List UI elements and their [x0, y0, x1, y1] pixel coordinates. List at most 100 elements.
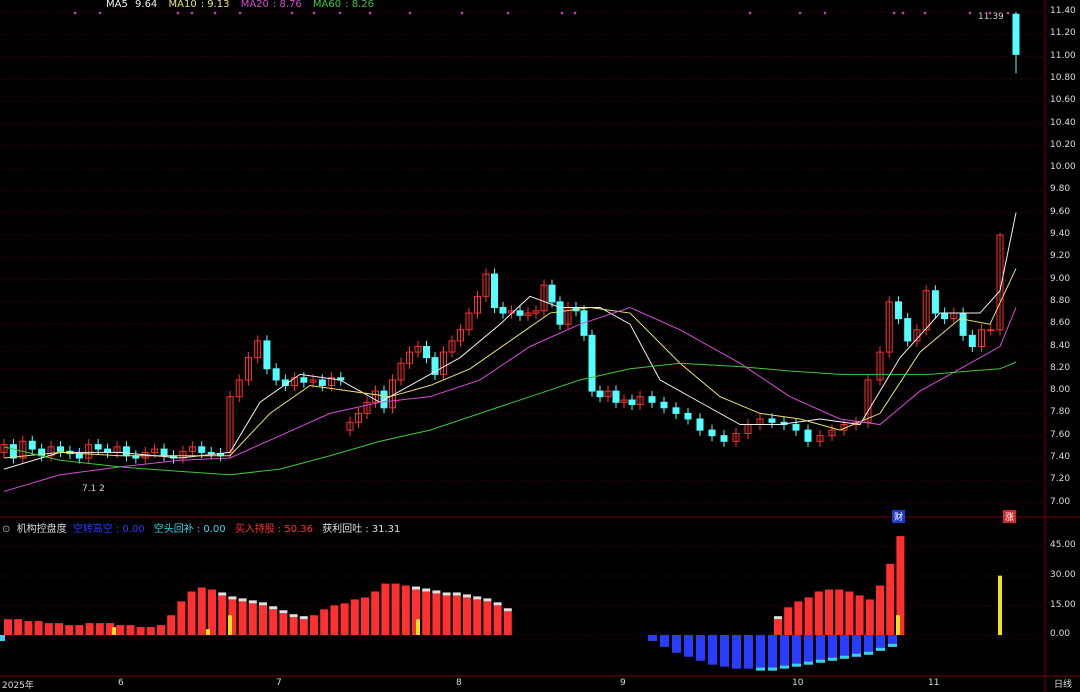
candle-body [628, 399, 636, 405]
candle-body [684, 412, 692, 420]
candle-body [987, 329, 995, 332]
bar-take-profit [422, 588, 431, 592]
bar-buy [794, 601, 803, 635]
bar-buy [814, 591, 823, 635]
bar-buy [75, 625, 84, 635]
bar-buy [34, 621, 43, 635]
ind-item-2: 空头回补: 0.00 [153, 524, 226, 535]
candle-body [1012, 13, 1020, 55]
signal-dot [73, 11, 77, 15]
bar-short [744, 635, 753, 669]
candle-body [300, 377, 308, 383]
indicator-tick: 15.00 [1050, 600, 1076, 610]
candle-body [660, 401, 668, 409]
bar-buy [310, 615, 318, 635]
candle-body [792, 424, 800, 431]
bar-buy [24, 621, 33, 635]
bar-buy [116, 625, 125, 635]
price-tick: 8.60 [1050, 318, 1071, 329]
ma60-label: MA60: 8.26 [312, 0, 374, 10]
price-tick: 7.60 [1050, 429, 1071, 440]
candle-body [491, 273, 498, 308]
bar-buy [886, 563, 895, 635]
bar-short [768, 635, 777, 671]
period-label[interactable]: 日线 [1052, 677, 1074, 690]
bar-buy [208, 589, 216, 635]
indicator-tick: 30.00 [1050, 570, 1076, 580]
bar-short [732, 635, 741, 669]
bar-buy [289, 617, 298, 635]
bar-short [672, 635, 681, 653]
bar-take-profit [289, 614, 298, 618]
candle-body [423, 346, 430, 359]
candle-body [272, 368, 280, 381]
bar-take-profit [452, 592, 461, 596]
bar-signal [112, 627, 116, 635]
candle-body [94, 444, 102, 450]
bar-buy [804, 597, 813, 635]
kline-chart[interactable] [0, 0, 1080, 692]
candle-body [959, 312, 967, 336]
bar-buy [463, 597, 471, 635]
price-tick: 11.20 [1050, 28, 1076, 39]
candle-body [499, 306, 507, 314]
ind-item-1: 空转高空: 0.00 [72, 524, 145, 535]
bar-buy [269, 609, 278, 635]
bar-buy [845, 591, 854, 635]
signal-dot [312, 11, 316, 15]
bar-buy [330, 605, 339, 635]
ma10-line [3, 268, 1017, 459]
bar-take-profit [463, 594, 471, 598]
price-tick: 8.00 [1050, 385, 1071, 396]
bar-short [648, 635, 657, 641]
limit-up-badge[interactable]: 涨 [1003, 510, 1017, 523]
signal-dot [798, 11, 802, 15]
bar-take-profit [483, 598, 492, 602]
signal-dot [892, 11, 896, 15]
bar-short [804, 635, 813, 665]
candle-body [931, 290, 939, 314]
indicator-icon[interactable]: ⊙ [2, 524, 10, 535]
time-tick: 8 [456, 678, 462, 688]
price-tick: 8.40 [1050, 340, 1071, 351]
candle-body [516, 310, 524, 316]
bar-buy [167, 615, 176, 635]
price-tick: 11.00 [1050, 50, 1076, 61]
candle-body [104, 448, 112, 453]
bar-buy [95, 623, 104, 635]
signal-dot [823, 11, 827, 15]
candle-body [941, 312, 949, 320]
candle-body [57, 446, 64, 452]
signal-dot [506, 11, 510, 15]
bar-short [660, 635, 669, 647]
bar-take-profit [432, 590, 441, 594]
high-price-marker: 11.39 [978, 12, 1004, 22]
bar-buy [483, 601, 492, 635]
bar-buy [85, 623, 94, 635]
price-tick: 10.60 [1050, 95, 1076, 106]
finance-badge[interactable]: 财 [892, 510, 906, 523]
bar-short [720, 635, 729, 667]
bar-short [756, 635, 765, 671]
bar-buy [340, 603, 349, 635]
signal-dot [176, 11, 180, 15]
candle-body [588, 334, 596, 392]
candle-body [708, 429, 716, 437]
candle-body [263, 340, 271, 370]
time-tick: 10 [792, 678, 804, 688]
bar-take-profit [259, 602, 267, 606]
candle-body [894, 301, 902, 320]
bar-cover [888, 643, 897, 647]
bar-cover [816, 659, 825, 663]
bar-short [816, 635, 825, 663]
indicator-name[interactable]: 机构控盘度 [17, 524, 67, 535]
bar-signal [998, 575, 1002, 635]
bar-buy [401, 585, 410, 635]
bar-take-profit [269, 606, 278, 610]
bar-buy [187, 591, 196, 635]
candle-body [648, 396, 656, 403]
bar-cover [840, 655, 849, 659]
candle-body [9, 444, 17, 459]
signal-dot [968, 11, 972, 15]
time-tick: 7 [276, 678, 282, 688]
